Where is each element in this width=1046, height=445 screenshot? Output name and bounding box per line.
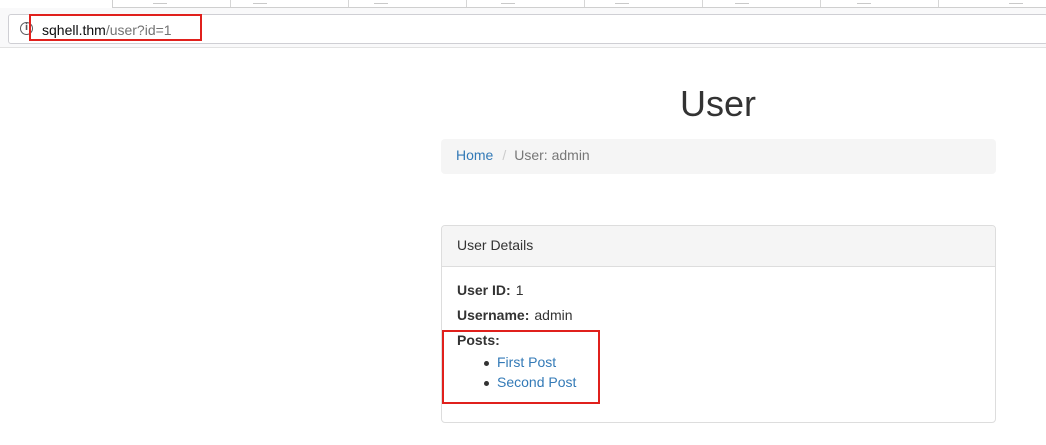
breadcrumb: Home / User: admin [441,139,996,174]
browser-tab-strip [0,0,1046,8]
browser-tab[interactable] [939,0,1046,7]
username-value: admin [534,307,573,323]
browser-tab[interactable] [231,0,349,7]
user-id-value: 1 [515,282,524,298]
tab-row [112,0,1046,8]
user-id-row: User ID: 1 [457,282,980,307]
browser-tab[interactable] [467,0,585,7]
breadcrumb-current: User: admin [514,147,590,163]
breadcrumb-separator: / [502,147,507,163]
user-id-label: User ID: [457,282,511,298]
panel-heading: User Details [442,226,995,267]
tab-text-stub [253,0,267,4]
tab-text-stub [1009,0,1023,4]
tab-text-stub [501,0,515,4]
browser-tab[interactable] [349,0,467,7]
browser-tab[interactable] [821,0,939,7]
username-label: Username: [457,307,530,323]
tab-text-stub [153,0,167,4]
posts-highlight-box [442,330,600,404]
browser-tab[interactable] [113,0,231,7]
page-title: User [679,83,756,124]
tab-text-stub [735,0,749,4]
url-highlight-box [29,14,202,41]
browser-tab[interactable] [585,0,703,7]
tab-text-stub [615,0,629,4]
browser-tab[interactable] [703,0,821,7]
tab-text-stub [374,0,388,4]
username-row: Username: admin [457,307,980,332]
breadcrumb-home-link[interactable]: Home [456,147,493,163]
tab-text-stub [857,0,871,4]
